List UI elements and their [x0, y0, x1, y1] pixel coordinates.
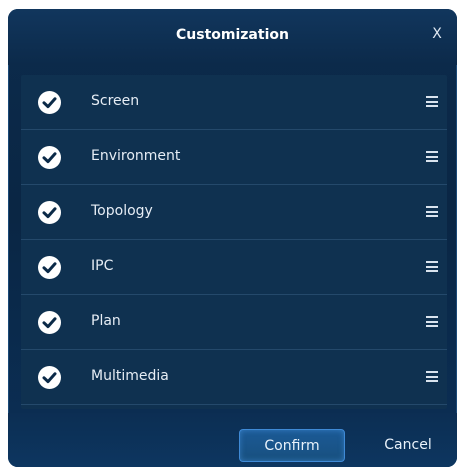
list-item-plan[interactable]: Plan: [21, 295, 447, 350]
customization-dialog: Customization X Screen Environment Topol…: [8, 9, 457, 467]
list-item-label: Environment: [91, 148, 181, 164]
list-item-label: Topology: [91, 203, 153, 219]
checked-icon[interactable]: [38, 146, 61, 169]
checked-icon[interactable]: [38, 366, 61, 389]
list-item-environment[interactable]: Environment: [21, 130, 447, 185]
drag-handle-icon[interactable]: [426, 316, 438, 327]
dialog-footer: Confirm Cancel: [8, 413, 457, 467]
confirm-button[interactable]: Confirm: [239, 429, 345, 462]
drag-handle-icon[interactable]: [426, 261, 438, 272]
drag-handle-icon[interactable]: [426, 206, 438, 217]
checked-icon[interactable]: [38, 91, 61, 114]
drag-handle-icon[interactable]: [426, 371, 438, 382]
list-item-label: Screen: [91, 93, 140, 109]
drag-handle-icon[interactable]: [426, 96, 438, 107]
checked-icon[interactable]: [38, 256, 61, 279]
drag-handle-icon[interactable]: [426, 151, 438, 162]
cancel-button[interactable]: Cancel: [378, 429, 438, 462]
list-item-topology[interactable]: Topology: [21, 185, 447, 240]
checked-icon[interactable]: [38, 311, 61, 334]
list-item-screen[interactable]: Screen: [21, 75, 447, 130]
list-item-ipc[interactable]: IPC: [21, 240, 447, 295]
checked-icon[interactable]: [38, 201, 61, 224]
dialog-title: Customization: [176, 27, 289, 43]
module-list: Screen Environment Topology IPC Plan Mul…: [21, 75, 447, 409]
list-item-label: Multimedia: [91, 368, 169, 384]
list-item-label: Plan: [91, 313, 121, 329]
list-item-label: IPC: [91, 258, 114, 274]
list-item-multimedia[interactable]: Multimedia: [21, 350, 447, 405]
close-icon[interactable]: X: [429, 26, 445, 44]
dialog-header: Customization X: [8, 9, 457, 65]
